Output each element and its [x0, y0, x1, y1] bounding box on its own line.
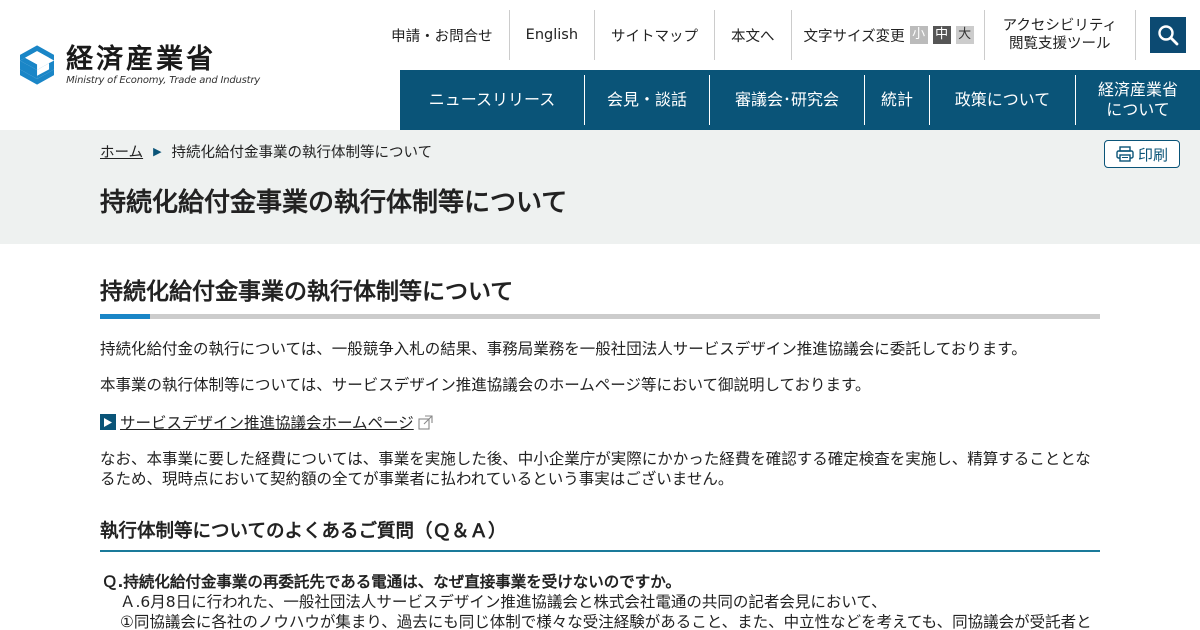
external-link-row: サービスデザイン推進協議会ホームページ: [100, 411, 1100, 433]
link-arrow-icon: [100, 414, 116, 430]
contact-link[interactable]: 申請・お問合せ: [375, 10, 509, 60]
logo-subtitle: Ministry of Economy, Trade and Industry: [66, 74, 260, 86]
main-content: 持続化給付金事業の執行体制等について 持続化給付金の執行については、一般競争入札…: [100, 244, 1100, 630]
breadcrumb-home-link[interactable]: ホーム: [100, 141, 143, 162]
faq-answer-line2: ①同協議会に各社のノウハウが集まり、過去にも同じ体制で様々な受注経験があること、…: [120, 613, 1092, 630]
title-band: ホーム ▶ 持続化給付金事業の執行体制等について 印刷 持続化給付金事業の執行体…: [0, 130, 1200, 244]
breadcrumb: ホーム ▶ 持続化給付金事業の執行体制等について: [100, 141, 432, 162]
nav-about-line1: 経済産業省: [1097, 80, 1178, 99]
nav-about-meti[interactable]: 経済産業省 について: [1075, 75, 1200, 125]
nav-about-line2: について: [1106, 100, 1170, 119]
heading-underline: [100, 314, 1100, 319]
page-title: 持続化給付金事業の執行体制等について: [100, 188, 568, 218]
content-heading: 持続化給付金事業の執行体制等について: [100, 279, 514, 305]
logo-title: 経済産業省: [66, 43, 217, 75]
global-nav: ニュースリリース 会見・談話 審議会･研究会 統計 政策について 経済産業省 に…: [400, 70, 1200, 130]
font-size-medium-button[interactable]: 中: [932, 26, 951, 44]
faq-question: Ｑ.持続化給付金事業の再委託先である電通は、なぜ直接事業を受けないのですか。: [102, 573, 681, 591]
print-label: 印刷: [1137, 145, 1168, 164]
external-link-icon: [418, 414, 433, 430]
printer-icon: [1116, 146, 1134, 162]
nav-councils[interactable]: 審議会･研究会: [709, 75, 864, 125]
nav-press-conference[interactable]: 会見・談話: [584, 75, 709, 125]
nav-policies[interactable]: 政策について: [929, 75, 1075, 125]
faq-heading: 執行体制等についてのよくあるご質問（Ｑ＆Ａ）: [100, 517, 1100, 552]
utility-nav: 申請・お問合せ English サイトマップ 本文へ 文字サイズ変更 小 中 大…: [375, 10, 1200, 60]
print-button[interactable]: 印刷: [1104, 140, 1180, 168]
meti-logo-mark-icon: [20, 45, 55, 85]
sitemap-link[interactable]: サイトマップ: [594, 10, 714, 60]
skip-to-content-link[interactable]: 本文へ: [714, 10, 791, 60]
font-size-large-button[interactable]: 大: [955, 26, 974, 44]
accessibility-line1: アクセシビリティ: [1002, 18, 1117, 34]
meti-logo[interactable]: 経済産業省 Ministry of Economy, Trade and Ind…: [20, 34, 260, 96]
breadcrumb-current: 持続化給付金事業の執行体制等について: [171, 145, 433, 161]
accessibility-tool-link[interactable]: アクセシビリティ 閲覧支援ツール: [983, 10, 1136, 60]
site-header: 経済産業省 Ministry of Economy, Trade and Ind…: [0, 0, 1200, 130]
faq-answer-line1: Ａ.6月8日に行われた、一般社団法人サービスデザイン推進協議会と株式会社電通の共…: [120, 593, 887, 611]
font-size-label: 文字サイズ変更: [803, 28, 905, 45]
accessibility-line2: 閲覧支援ツール: [1009, 36, 1111, 52]
service-design-council-link[interactable]: サービスデザイン推進協議会ホームページ: [120, 411, 414, 433]
search-button[interactable]: [1150, 17, 1186, 53]
breadcrumb-arrow-icon: ▶: [153, 145, 162, 158]
font-size-small-button[interactable]: 小: [909, 26, 928, 44]
english-link[interactable]: English: [508, 10, 594, 60]
nav-news-release[interactable]: ニュースリリース: [400, 75, 584, 125]
paragraph-execution: 持続化給付金の執行については、一般競争入札の結果、事務局業務を一般社団法人サービ…: [100, 340, 1027, 358]
font-size-control: 文字サイズ変更 小 中 大: [790, 10, 984, 60]
paragraph-system: 本事業の執行体制等については、サービスデザイン推進協議会のホームページ等において…: [100, 376, 871, 394]
search-icon: [1158, 25, 1179, 46]
paragraph-costs: なお、本事業に要した経費については、事業を実施した後、中小企業庁が実際にかかった…: [100, 450, 1091, 488]
nav-statistics[interactable]: 統計: [864, 75, 929, 125]
